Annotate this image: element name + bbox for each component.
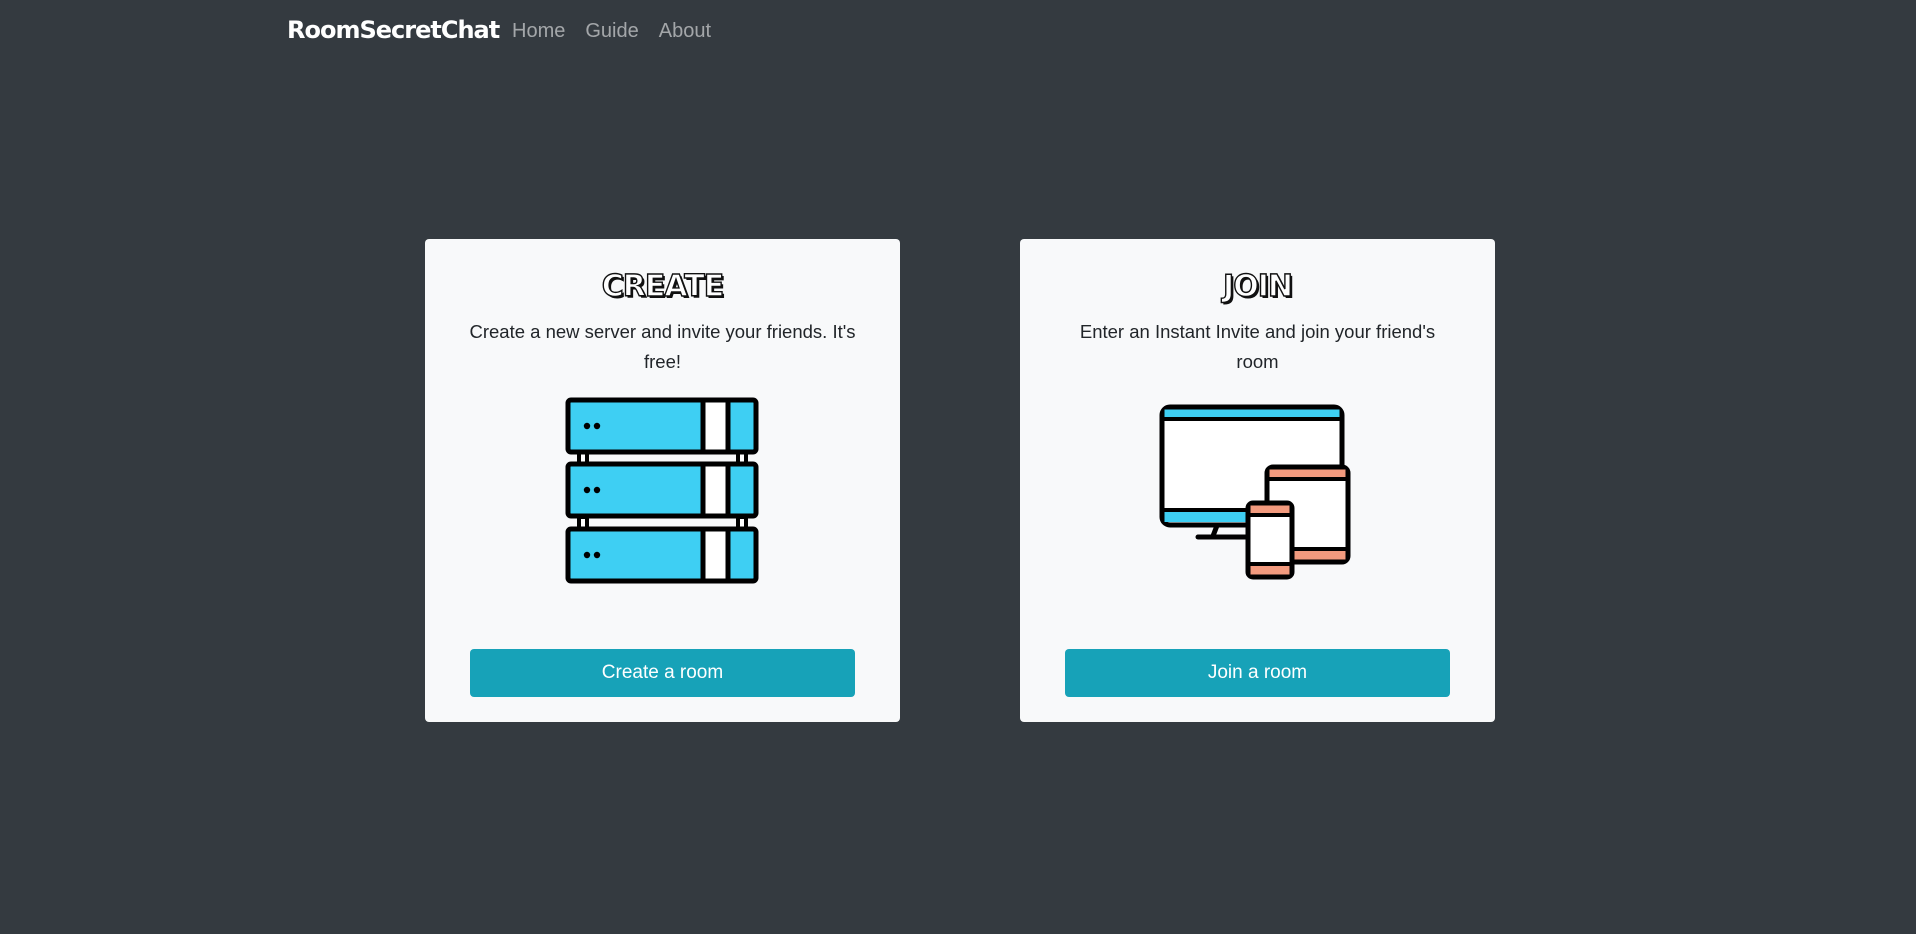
nav-links: Home Guide About	[512, 20, 711, 43]
navbar: RoomSecretChat Home Guide About	[0, 0, 1916, 64]
brand-logo[interactable]: RoomSecretChat	[287, 16, 500, 44]
create-card-illustration	[425, 397, 900, 587]
nav-link-guide[interactable]: Guide	[585, 20, 638, 43]
create-card-text: Create a new server and invite your frie…	[469, 321, 856, 372]
join-room-button[interactable]: Join a room	[1065, 649, 1450, 697]
join-card-text: Enter an Instant Invite and join your fr…	[1079, 321, 1436, 372]
join-card-title: JOIN	[1222, 268, 1293, 304]
create-card-title: CREATE	[601, 268, 725, 304]
create-card: CREATE Create a new server and invite yo…	[425, 239, 900, 722]
nav-link-about[interactable]: About	[659, 20, 711, 43]
join-card: JOIN Enter an Instant Invite and join yo…	[1020, 239, 1495, 722]
devices-icon	[1159, 404, 1350, 580]
server-rack-icon	[565, 397, 758, 584]
nav-link-home[interactable]: Home	[512, 20, 565, 43]
create-room-button[interactable]: Create a room	[470, 649, 855, 697]
join-card-illustration	[1020, 403, 1495, 583]
